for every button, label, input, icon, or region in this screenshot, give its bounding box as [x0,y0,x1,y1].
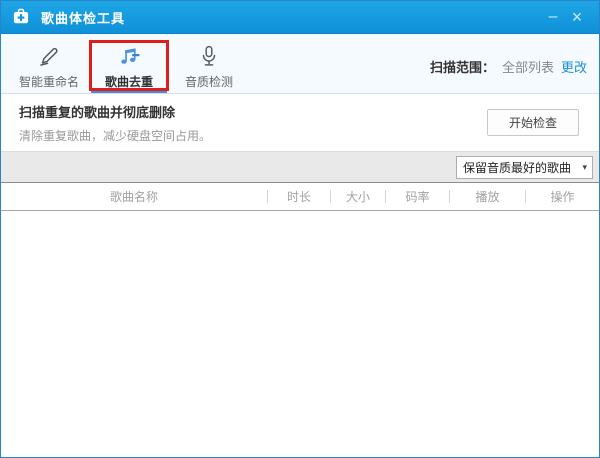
music-note-icon [116,43,142,69]
minimize-button[interactable]: – [541,5,565,29]
song-list [1,211,599,457]
tab-song-dedup[interactable]: 歌曲去重 [89,34,169,93]
scan-scope-label: 扫描范围： [429,60,495,75]
column-play: 播放 [475,190,500,204]
tab-label: 音质检测 [184,75,233,89]
column-duration: 时长 [286,190,311,204]
tab-label: 歌曲去重 [104,75,153,89]
dropdown-value: 保留音质最好的歌曲 [463,160,572,175]
scan-section: 扫描重复的歌曲并彻底删除 清除重复歌曲，减少硬盘空间占用。 开始检查 [1,94,599,151]
scan-scope: 扫描范围： 全部列表 更改 [430,40,599,93]
section-subtitle: 清除重复歌曲，减少硬盘空间占用。 [19,128,212,143]
tab-audio-quality[interactable]: 音质检测 [169,34,249,93]
chevron-down-icon: ▾ [582,161,587,172]
section-title: 扫描重复的歌曲并彻底删除 [19,104,176,120]
change-scope-link[interactable]: 更改 [561,57,587,76]
toolbar: 智能重命名 歌曲去重 音质检测 扫描范围： 全部列表 更改 [1,34,599,94]
column-size: 大小 [345,190,370,204]
active-tab-indicator [91,91,167,93]
close-button[interactable]: × [565,5,589,29]
window-title: 歌曲体检工具 [41,10,126,26]
keep-policy-dropdown[interactable]: 保留音质最好的歌曲 ▾ [456,155,593,179]
tab-smart-rename[interactable]: 智能重命名 [9,34,89,93]
pencil-icon [36,43,62,69]
scan-scope-value: 全部列表 [501,60,554,75]
app-window: 歌曲体检工具 – × 智能重命名 歌曲去重 音质检测 扫描范围： 全部列表 更改… [0,0,600,458]
song-table-header: 歌曲名称 时长 大小 码率 播放 操作 [1,183,599,211]
microphone-icon [196,43,222,69]
window-controls: – × [541,5,599,29]
options-bar: 保留音质最好的歌曲 ▾ [1,151,599,183]
column-song-name: 歌曲名称 [109,190,158,204]
column-action: 操作 [550,190,575,204]
tab-label: 智能重命名 [18,75,79,89]
column-bitrate: 码率 [405,190,430,204]
titlebar: 歌曲体检工具 – × [1,1,599,34]
scan-texts: 扫描重复的歌曲并彻底删除 清除重复歌曲，减少硬盘空间占用。 [19,102,211,144]
first-aid-kit-icon [11,7,31,27]
start-check-button[interactable]: 开始检查 [487,109,579,136]
